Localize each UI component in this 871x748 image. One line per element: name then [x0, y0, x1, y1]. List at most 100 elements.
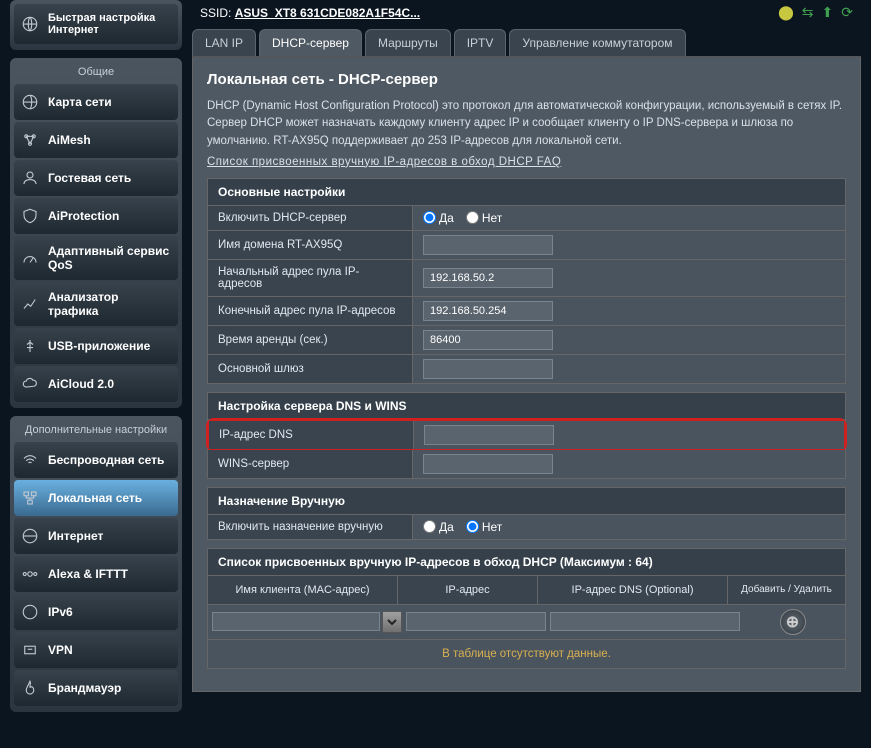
sidebar-item-wireless[interactable]: Беспроводная сеть: [14, 442, 178, 478]
plus-icon: ⊕: [786, 612, 799, 632]
domain-label: Имя домена RT-AX95Q: [208, 231, 413, 259]
sidebar-item-label: Интернет: [48, 529, 103, 543]
status-icon[interactable]: ⟳: [841, 4, 853, 21]
sidebar-item-label: Гостевая сеть: [48, 171, 131, 185]
sidebar-item-aiprotection[interactable]: AiProtection: [14, 198, 178, 234]
domain-input[interactable]: [423, 235, 553, 255]
section-basic: Основные настройки Включить DHCP-сервер …: [207, 178, 846, 384]
sidebar-item-guest[interactable]: Гостевая сеть: [14, 160, 178, 196]
sidebar-item-ipv6[interactable]: IPv6: [14, 594, 178, 630]
status-icon[interactable]: ⬤: [778, 4, 794, 21]
dns-ip-input[interactable]: [424, 425, 554, 445]
sidebar-item-label: Быстрая настройка Интернет: [48, 12, 172, 36]
lease-input[interactable]: [423, 330, 553, 350]
col-dns: IP-адрес DNS (Optional): [538, 576, 728, 604]
sidebar-item-quick-setup[interactable]: Быстрая настройка Интернет: [14, 4, 178, 44]
sidebar-item-traffic[interactable]: Анализатор трафика: [14, 282, 178, 326]
section-manual: Назначение Вручную Включить назначение в…: [207, 487, 846, 540]
pool-start-label: Начальный адрес пула IP-адресов: [208, 260, 413, 296]
chevron-down-icon: [387, 617, 397, 627]
radio-yes[interactable]: [423, 211, 436, 224]
sidebar-item-label: AiProtection: [48, 209, 119, 223]
enable-dhcp-label: Включить DHCP-сервер: [208, 206, 413, 230]
sidebar-item-network-map[interactable]: Карта сети: [14, 84, 178, 120]
dns-optional-input[interactable]: [550, 612, 740, 631]
gateway-input[interactable]: [423, 359, 553, 379]
sidebar-item-label: Анализатор трафика: [48, 290, 172, 318]
sidebar-item-label: AiMesh: [48, 133, 91, 147]
sidebar-item-aimesh[interactable]: AiMesh: [14, 122, 178, 158]
status-icon[interactable]: ⬆: [822, 4, 834, 21]
sidebar-item-label: Карта сети: [48, 95, 112, 109]
wifi-icon: [20, 450, 40, 470]
sidebar-item-label: IPv6: [48, 605, 73, 619]
gauge-icon: [20, 248, 40, 268]
cloud-icon: [20, 374, 40, 394]
manual-enable-radio[interactable]: Да Нет: [423, 520, 502, 534]
radio-no[interactable]: [466, 211, 479, 224]
ssid-bar: SSID: ASUS_XT8 631CDE082A1F54C... ⬤ ⇆ ⬆ …: [192, 0, 861, 29]
sidebar-item-aicloud[interactable]: AiCloud 2.0: [14, 366, 178, 402]
sidebar-item-label: AiCloud 2.0: [48, 377, 114, 391]
chart-icon: [20, 294, 40, 314]
sidebar-item-lan[interactable]: Локальная сеть: [14, 480, 178, 516]
tab-switch[interactable]: Управление коммутатором: [509, 29, 685, 56]
col-ip: IP-адрес: [398, 576, 538, 604]
vpn-icon: [20, 640, 40, 660]
sidebar-item-label: Беспроводная сеть: [48, 453, 164, 467]
tab-routes[interactable]: Маршруты: [365, 29, 451, 56]
sidebar-item-label: USB-приложение: [48, 339, 150, 353]
status-icon[interactable]: ⇆: [802, 4, 814, 21]
wins-label: WINS-сервер: [208, 450, 413, 478]
page-title: Локальная сеть - DHCP-сервер: [207, 71, 846, 88]
mac-dropdown-button[interactable]: [382, 611, 402, 633]
ipv6-icon: [20, 602, 40, 622]
section-dns: Настройка сервера DNS и WINS IP-адрес DN…: [207, 392, 846, 479]
manual-enable-label: Включить назначение вручную: [208, 515, 413, 539]
sidebar-item-alexa[interactable]: Alexa & IFTTT: [14, 556, 178, 592]
sidebar-group-advanced: Дополнительные настройки: [14, 420, 178, 442]
faq-link[interactable]: Список присвоенных вручную IP-адресов в …: [207, 156, 561, 168]
tab-lan-ip[interactable]: LAN IP: [192, 29, 256, 56]
table-header: Список присвоенных вручную IP-адресов в …: [208, 549, 845, 575]
radio-no[interactable]: [466, 520, 479, 533]
col-mac: Имя клиента (MAC-адрес): [208, 576, 398, 604]
ssid-label: SSID:: [200, 6, 231, 20]
sidebar-item-qos[interactable]: Адаптивный сервис QoS: [14, 236, 178, 280]
radio-yes[interactable]: [423, 520, 436, 533]
pool-start-input[interactable]: [423, 268, 553, 288]
sidebar-item-wan[interactable]: Интернет: [14, 518, 178, 554]
ip-input[interactable]: [406, 612, 546, 631]
sidebar-item-label: VPN: [48, 643, 73, 657]
sidebar-item-label: Alexa & IFTTT: [48, 567, 128, 581]
sidebar-item-vpn[interactable]: VPN: [14, 632, 178, 668]
sidebar-item-label: Локальная сеть: [48, 491, 142, 505]
section-header: Назначение Вручную: [208, 488, 845, 515]
shield-icon: [20, 206, 40, 226]
pool-end-label: Конечный адрес пула IP-адресов: [208, 297, 413, 325]
sidebar-item-usb[interactable]: USB-приложение: [14, 328, 178, 364]
tab-iptv[interactable]: IPTV: [454, 29, 507, 56]
section-header: Основные настройки: [208, 179, 845, 206]
pool-end-input[interactable]: [423, 301, 553, 321]
sidebar-item-firewall[interactable]: Брандмауэр: [14, 670, 178, 706]
section-header: Настройка сервера DNS и WINS: [208, 393, 845, 420]
tab-dhcp[interactable]: DHCP-сервер: [259, 29, 362, 56]
voice-icon: [20, 564, 40, 584]
fire-icon: [20, 678, 40, 698]
lan-icon: [20, 488, 40, 508]
add-button[interactable]: ⊕: [780, 609, 806, 635]
status-icons: ⬤ ⇆ ⬆ ⟳: [778, 4, 853, 21]
ssid-value[interactable]: ASUS_XT8 631CDE082A1F54C...: [235, 6, 420, 20]
col-action: Добавить / Удалить: [728, 576, 845, 604]
highlight-annotation: IP-адрес DNS: [206, 418, 847, 452]
mac-input[interactable]: [212, 612, 380, 631]
wins-input[interactable]: [423, 454, 553, 474]
sidebar-item-label: Брандмауэр: [48, 681, 121, 695]
enable-dhcp-radio[interactable]: Да Нет: [423, 211, 502, 225]
page-description: DHCP (Dynamic Host Configuration Protoco…: [207, 98, 846, 150]
globe-icon: [20, 526, 40, 546]
sidebar-item-label: Адаптивный сервис QoS: [48, 244, 172, 272]
gateway-label: Основной шлюз: [208, 355, 413, 383]
globe-arrow-icon: [20, 14, 40, 34]
